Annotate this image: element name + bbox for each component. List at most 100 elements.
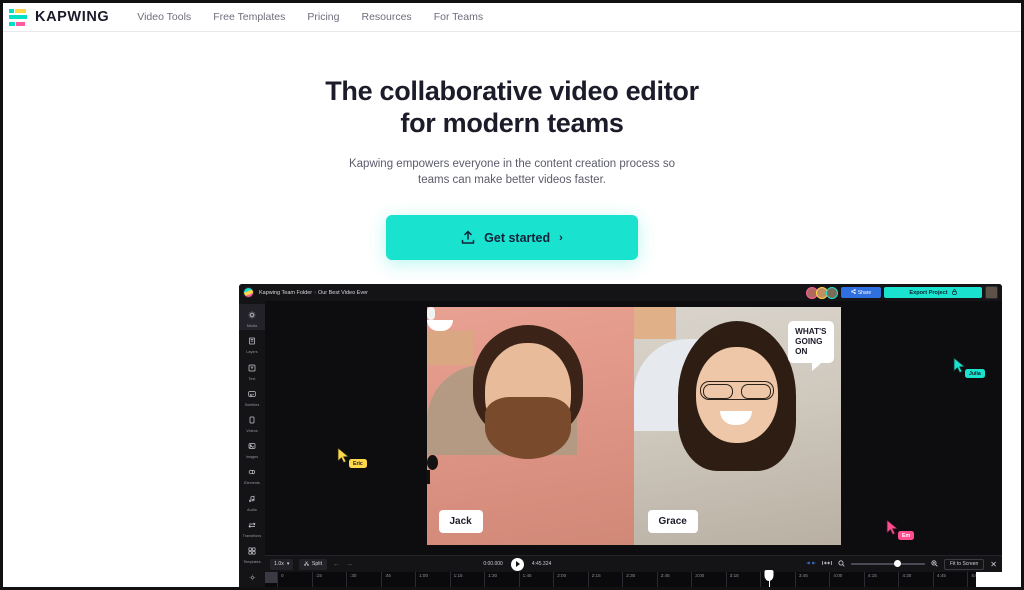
- timeline-tick: 1:15: [449, 572, 463, 587]
- timeline-tick-label: 0: [281, 573, 284, 578]
- timeline-end-block: [976, 572, 1002, 587]
- timeline-ruler[interactable]: 0:15:30:45 1:00 1:15 1:30 1:45 2:00 2:15 2:30 2:…: [265, 570, 1002, 587]
- nav-link-for-teams[interactable]: For Teams: [434, 11, 483, 23]
- split-button[interactable]: Split: [299, 558, 328, 570]
- video-clip-jack: Jack: [426, 307, 634, 545]
- nav-link-resources[interactable]: Resources: [361, 11, 411, 23]
- templates-icon: [239, 543, 265, 559]
- brand-logo[interactable]: KAPWING: [9, 8, 110, 26]
- timeline-tick: 1:00: [415, 572, 428, 587]
- sidebar-item-text[interactable]: Text: [239, 356, 265, 382]
- collaborator-cursor-em: Em: [886, 519, 915, 541]
- timeline-tick: 2:15: [587, 572, 601, 587]
- timeline-tick-label: 3:15: [729, 573, 739, 578]
- sidebar-item-label: Audio: [247, 507, 257, 512]
- play-button[interactable]: [510, 557, 524, 571]
- get-started-label: Get started: [484, 230, 551, 245]
- media-icon: [239, 307, 265, 323]
- transitions-icon: [239, 517, 265, 533]
- timeline-tick: 4:30: [898, 572, 911, 587]
- breadcrumb-separator-icon: ›: [314, 289, 316, 296]
- cta-wrapper: Get started ›: [3, 215, 1021, 261]
- zoom-slider-knob[interactable]: [893, 560, 901, 568]
- hero-subtitle-line-2: teams can make better videos faster.: [418, 174, 606, 187]
- timeline-tick-label: 2:00: [557, 573, 567, 578]
- zoom-in-icon[interactable]: [931, 559, 938, 569]
- timeline-tick-label: :15: [315, 573, 322, 578]
- name-tag-grace[interactable]: Grace: [647, 510, 698, 533]
- export-project-button[interactable]: Export Project: [884, 287, 982, 298]
- timeline-tick: 1:30: [484, 572, 497, 587]
- sidebar-item-layers[interactable]: Layers: [239, 330, 265, 356]
- share-button[interactable]: Share: [841, 287, 881, 298]
- close-icon[interactable]: ✕: [990, 560, 997, 569]
- get-started-button[interactable]: Get started ›: [386, 215, 638, 261]
- sidebar-item-templates[interactable]: Templates: [239, 540, 265, 566]
- sidebar-item-elements[interactable]: Elements: [239, 461, 265, 487]
- timeline-playhead[interactable]: [764, 570, 774, 581]
- timeline-tick-label: 1:30: [488, 573, 498, 578]
- kapwing-logo-icon: [9, 8, 28, 26]
- breadcrumb-root[interactable]: Kapwing Team Folder: [259, 290, 312, 296]
- zoom-out-icon[interactable]: [838, 559, 845, 569]
- hero-section: The collaborative video editor for moder…: [3, 32, 1021, 261]
- hero-title-line-2: for modern teams: [400, 107, 624, 138]
- sidebar-item-transitions[interactable]: Transitions: [239, 514, 265, 540]
- timeline-tick-label: :30: [350, 573, 357, 578]
- avatar[interactable]: [826, 286, 838, 299]
- lock-icon: [951, 288, 957, 297]
- play-icon: [516, 561, 521, 567]
- sidebar-item-images[interactable]: Images: [239, 435, 265, 461]
- video-preview[interactable]: Jack Grace WHAT'S GOING ON: [426, 307, 841, 545]
- timeline-tick-label: 4:15: [867, 573, 877, 578]
- zoom-slider[interactable]: [850, 560, 925, 568]
- speech-bubble[interactable]: WHAT'S GOING ON: [788, 321, 834, 370]
- timeline-tick-label: 1:15: [453, 573, 463, 578]
- timeline-tick: 4:00: [829, 572, 842, 587]
- timeline-ticks[interactable]: 0:15:30:45 1:00 1:15 1:30 1:45 2:00 2:15 2:30 2:…: [277, 570, 1002, 587]
- logo-text: KAPWING: [35, 9, 110, 25]
- nav-link-video-tools[interactable]: Video Tools: [137, 11, 191, 23]
- collaborator-cursor-julia: Julia: [953, 357, 985, 379]
- fit-to-screen-button[interactable]: Fit to Screen: [943, 558, 985, 570]
- timeline-tick: 2:00: [553, 572, 566, 587]
- timeline-tick: 4:15: [863, 572, 877, 587]
- user-profile-avatar[interactable]: [985, 286, 998, 299]
- name-tag-jack[interactable]: Jack: [438, 510, 483, 533]
- current-time: 0:00.000: [483, 561, 503, 567]
- sidebar-item-audio[interactable]: Audio: [239, 487, 265, 513]
- timeline-handle[interactable]: [265, 572, 277, 583]
- timeline-tick: :30: [346, 572, 356, 587]
- nav-link-pricing[interactable]: Pricing: [307, 11, 339, 23]
- cursor-label: Eric: [349, 459, 367, 468]
- sidebar-item-label: Transitions: [242, 533, 262, 538]
- collaborator-cursor-eric: Eric: [337, 447, 367, 469]
- sidebar-item-subtitles[interactable]: Subtitles: [239, 383, 265, 409]
- total-duration: 4:45.324: [531, 561, 552, 567]
- top-navbar: KAPWING Video Tools Free Templates Prici…: [3, 3, 1021, 32]
- settings-gear-icon[interactable]: [249, 568, 256, 586]
- timeline-tick: 3:30: [760, 572, 773, 587]
- timeline-tick-label: 4:30: [902, 573, 912, 578]
- timeline-tick-label: 4:00: [833, 573, 843, 578]
- images-icon: [239, 438, 265, 454]
- undo-icon[interactable]: ←: [333, 561, 340, 568]
- nav-link-free-templates[interactable]: Free Templates: [213, 11, 285, 23]
- playback-speed-dropdown[interactable]: 1.0x ▾: [270, 558, 294, 570]
- sidebar-item-label: Templates: [243, 559, 261, 564]
- timeline-tick: 1:45: [518, 572, 532, 587]
- timeline-tick: :15: [311, 572, 322, 587]
- timeline-tick-label: :45: [384, 573, 391, 578]
- breadcrumb-current[interactable]: Our Best Video Ever: [318, 290, 368, 296]
- timeline-tick: :45: [380, 572, 391, 587]
- timeline-view-controls: Fit to Screen ✕: [806, 558, 997, 570]
- sidebar-item-media[interactable]: Media: [239, 304, 265, 331]
- sidebar-item-label: Images: [245, 455, 259, 460]
- sidebar-item-label: Layers: [246, 350, 258, 355]
- align-icon[interactable]: [822, 560, 832, 568]
- hero-title-line-1: The collaborative video editor: [325, 76, 699, 106]
- snap-icon[interactable]: [806, 560, 816, 568]
- sidebar-item-videos[interactable]: Videos: [239, 409, 265, 435]
- redo-icon[interactable]: →: [346, 561, 353, 568]
- share-label: Share: [857, 289, 872, 296]
